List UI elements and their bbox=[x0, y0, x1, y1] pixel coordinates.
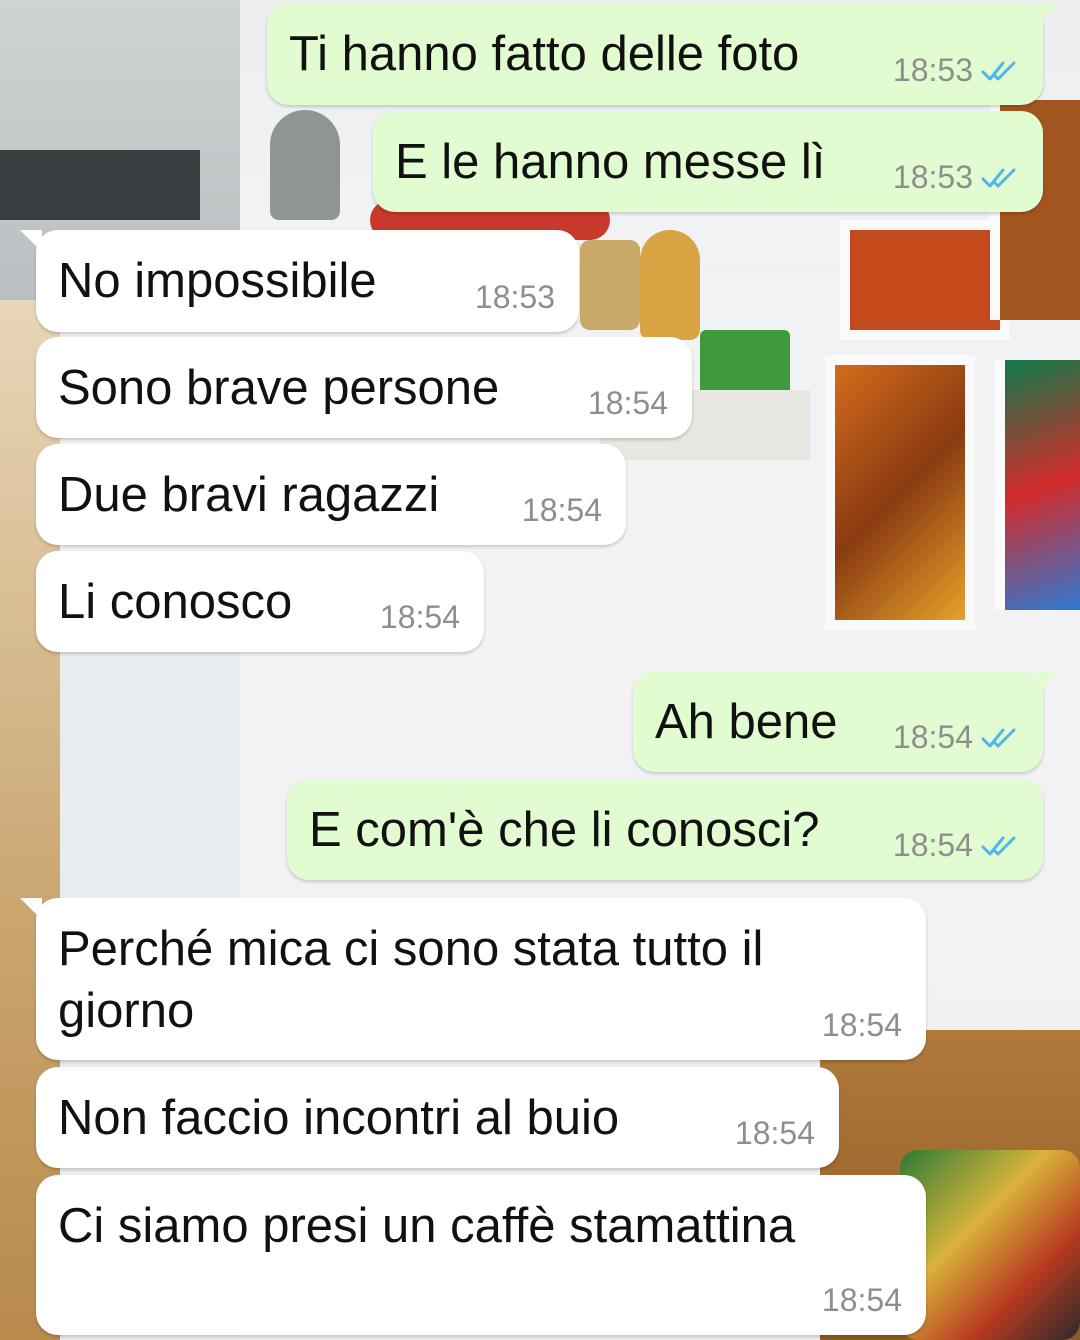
incoming-message[interactable]: Non faccio incontri al buio 18:54 bbox=[36, 1067, 839, 1168]
incoming-message[interactable]: Ci siamo presi un caffè stamattina 18:54 bbox=[36, 1175, 926, 1335]
message-time: 18:53 bbox=[892, 52, 973, 88]
outgoing-message[interactable]: Ah bene 18:54 bbox=[633, 671, 1059, 772]
message-text: Perché mica ci sono stata tutto il giorn… bbox=[58, 922, 764, 1038]
outgoing-message[interactable]: Ti hanno fatto delle foto 18:53 bbox=[267, 3, 1059, 105]
message-text: Ci siamo presi un caffè stamattina bbox=[58, 1199, 796, 1253]
message-time: 18:53 bbox=[474, 279, 555, 315]
message-text: Non faccio incontri al buio bbox=[58, 1091, 620, 1145]
message-time: 18:54 bbox=[821, 1007, 902, 1043]
double-check-icon bbox=[981, 61, 1016, 80]
message-time: 18:54 bbox=[587, 385, 668, 421]
message-text: Due bravi ragazzi bbox=[58, 468, 440, 522]
double-check-icon bbox=[981, 168, 1016, 187]
message-time: 18:54 bbox=[521, 492, 602, 528]
outgoing-message[interactable]: E com'è che li conosci? 18:54 bbox=[287, 779, 1043, 880]
incoming-message[interactable]: Sono brave persone 18:54 bbox=[36, 337, 692, 438]
message-time: 18:54 bbox=[734, 1115, 815, 1151]
double-check-icon bbox=[981, 836, 1016, 855]
message-time: 18:54 bbox=[892, 719, 973, 755]
message-text: Sono brave persone bbox=[58, 361, 500, 415]
incoming-message[interactable]: No impossibile 18:53 bbox=[20, 230, 579, 332]
message-list[interactable]: Ti hanno fatto delle foto 18:53 E le han… bbox=[0, 0, 1080, 1340]
incoming-message[interactable]: Due bravi ragazzi 18:54 bbox=[36, 444, 626, 545]
message-time: 18:54 bbox=[892, 827, 973, 863]
incoming-message[interactable]: Perché mica ci sono stata tutto il giorn… bbox=[20, 898, 926, 1060]
message-time: 18:54 bbox=[379, 599, 460, 635]
message-time: 18:53 bbox=[892, 159, 973, 195]
outgoing-message[interactable]: E le hanno messe lì 18:53 bbox=[373, 111, 1043, 212]
message-time: 18:54 bbox=[821, 1282, 902, 1318]
double-check-icon bbox=[981, 728, 1016, 747]
incoming-message[interactable]: Li conosco 18:54 bbox=[36, 551, 484, 652]
